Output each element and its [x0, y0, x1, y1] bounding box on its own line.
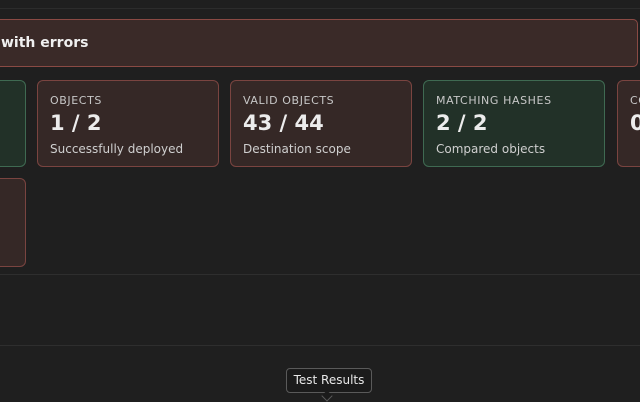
status-banner: with errors [0, 19, 638, 67]
card-value: 1 / 2 [50, 111, 102, 135]
card-label: MATCHING HASHES [436, 94, 552, 107]
summary-card-partial-left [0, 80, 26, 167]
top-divider [0, 8, 640, 9]
summary-card-matching-hashes: MATCHING HASHES 2 / 2 Compared objects [423, 80, 605, 167]
card-value: 0 [630, 111, 640, 135]
section-divider [0, 345, 640, 346]
summary-card-valid-objects: VALID OBJECTS 43 / 44 Destination scope [230, 80, 412, 167]
card-subtitle: Compared objects [436, 142, 546, 156]
card-value: 2 / 2 [436, 111, 488, 135]
tooltip-test-results: Test Results [286, 368, 372, 393]
summary-card-partial-row2 [0, 178, 26, 267]
banner-title: with errors [1, 35, 89, 51]
card-label: VALID OBJECTS [243, 94, 335, 107]
summary-card-partial-right: CO 0 [617, 80, 640, 167]
card-label: CO [630, 94, 640, 107]
card-subtitle: Successfully deployed [50, 142, 184, 156]
summary-card-objects: OBJECTS 1 / 2 Successfully deployed [37, 80, 219, 167]
card-subtitle: Destination scope [243, 142, 351, 156]
section-divider [0, 274, 640, 275]
card-value: 43 / 44 [243, 111, 324, 135]
card-label: OBJECTS [50, 94, 102, 107]
